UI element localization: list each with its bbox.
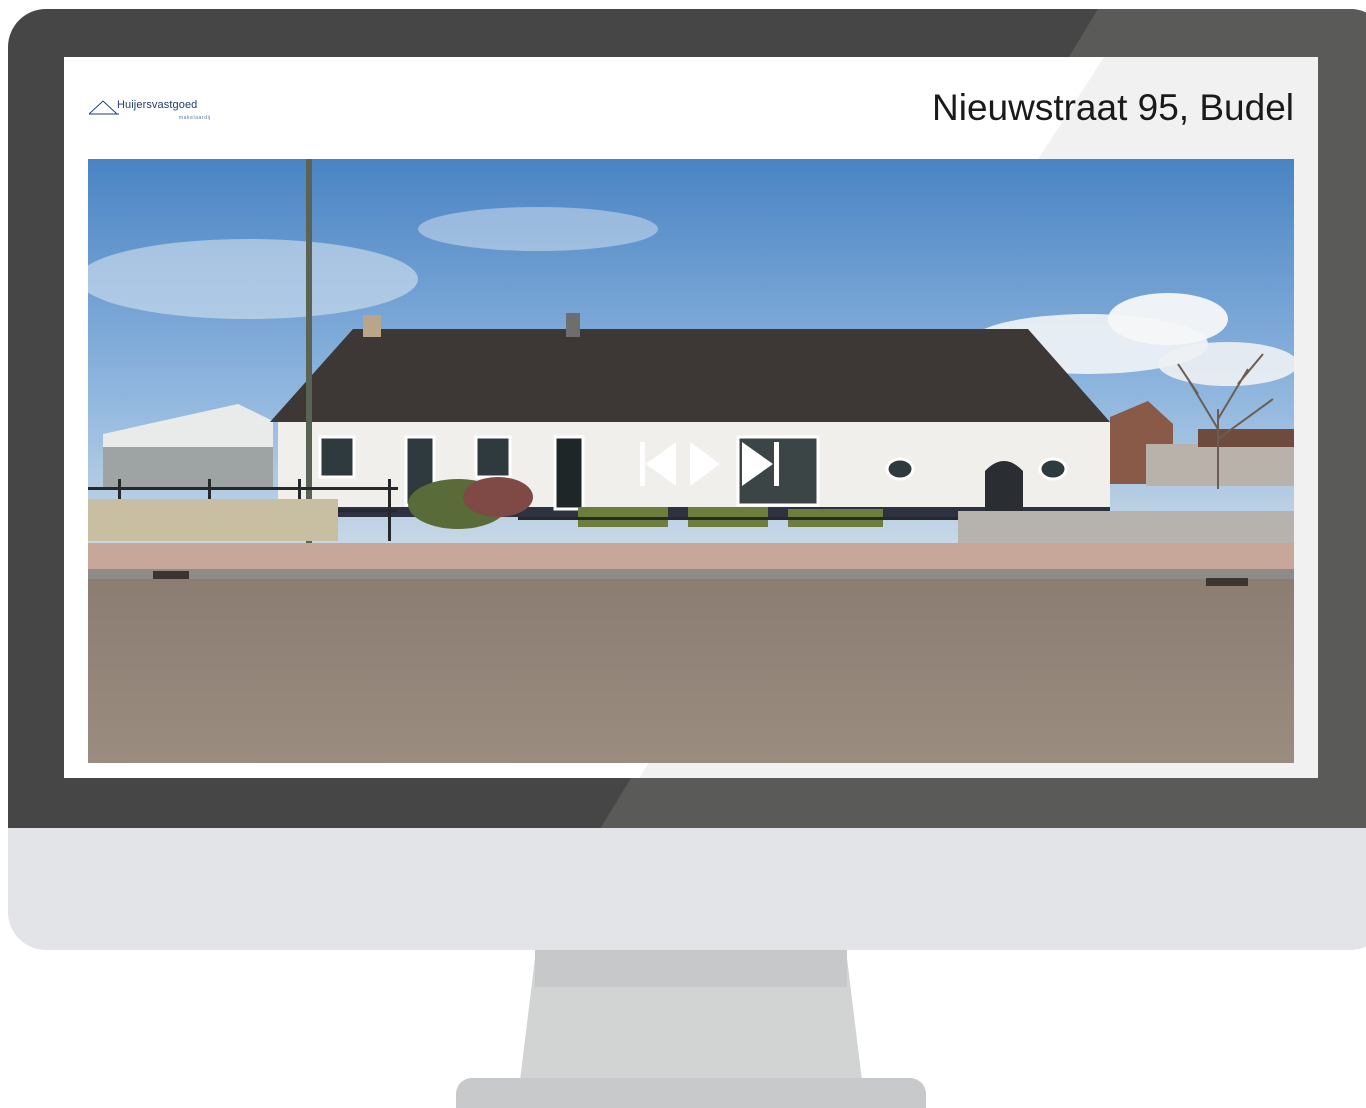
skip-back-icon[interactable] bbox=[640, 442, 676, 486]
page-title: Nieuwstraat 95, Budel bbox=[932, 87, 1294, 128]
screen: Huijersvastgoed makelaardij Nieuwstraat … bbox=[64, 57, 1318, 778]
play-icon[interactable] bbox=[690, 442, 720, 486]
monitor-chin bbox=[8, 828, 1366, 950]
logo-brand-text: Huijersvastgoed bbox=[117, 99, 198, 111]
skip-forward-icon[interactable] bbox=[742, 442, 779, 486]
property-photo bbox=[88, 159, 1294, 763]
monitor-foot bbox=[456, 1078, 926, 1108]
slideshow-controls bbox=[640, 442, 780, 486]
logo-tagline: makelaardij bbox=[178, 115, 211, 121]
slideshow-controls-graphic bbox=[640, 442, 779, 486]
brand-logo[interactable]: Huijersvastgoed makelaardij bbox=[89, 95, 211, 125]
house-roof-icon bbox=[89, 100, 119, 115]
stand-shadow bbox=[535, 950, 847, 987]
